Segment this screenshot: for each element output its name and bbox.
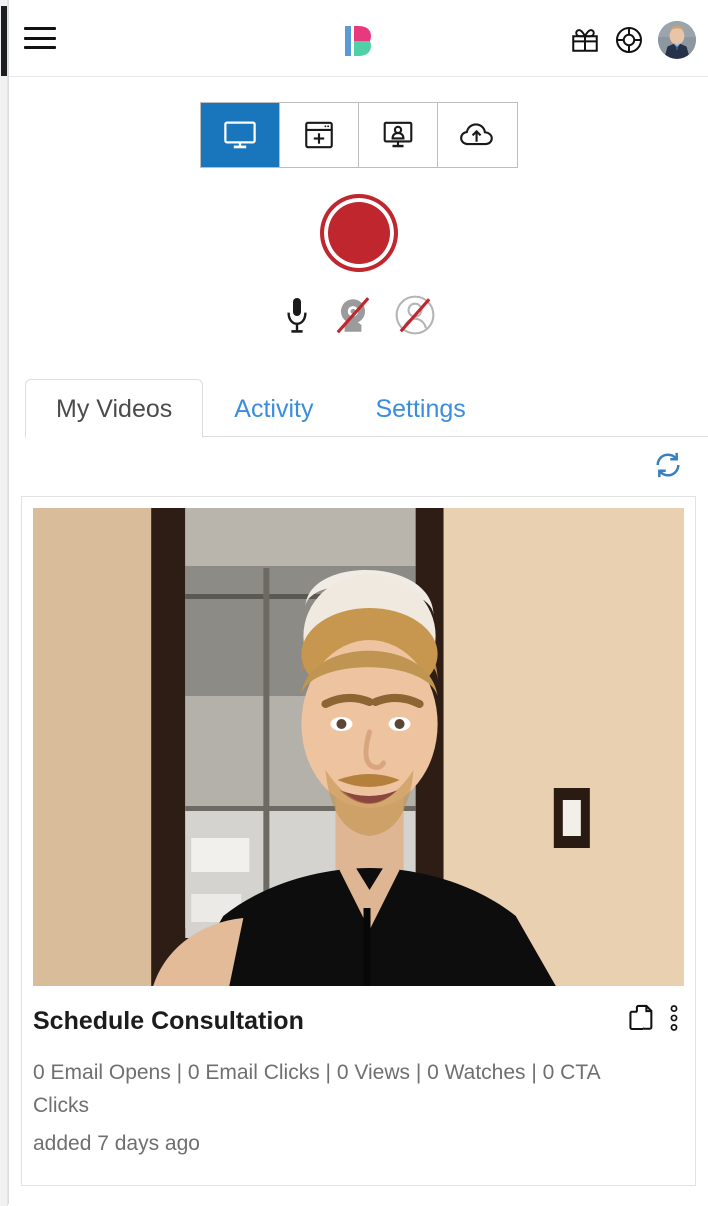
page-body: My Videos Activity Settings Schedule Con… — [8, 0, 708, 1206]
user-avatar[interactable] — [658, 21, 696, 59]
video-card-header: Schedule Consultation — [33, 1003, 684, 1038]
app-header — [9, 0, 708, 77]
mode-button-screen[interactable] — [200, 103, 280, 167]
recorder-toggles — [9, 294, 708, 341]
video-stats: 0 Email Opens | 0 Email Clicks | 0 Views… — [33, 1061, 600, 1117]
tab-my-videos[interactable]: My Videos — [25, 378, 204, 438]
tab-settings[interactable]: Settings — [344, 379, 496, 438]
recorder-panel — [9, 77, 708, 353]
page-scrollbar[interactable] — [0, 0, 8, 1206]
tab-label: Activity — [234, 394, 314, 423]
refresh-row — [21, 437, 696, 496]
video-card: Schedule Consultation 0 Email Opens | 0 … — [21, 496, 696, 1186]
video-title: Schedule Consultation — [33, 1006, 304, 1035]
video-card-actions — [628, 1003, 680, 1038]
mode-button-screen-camera[interactable] — [358, 103, 438, 167]
video-thumbnail[interactable] — [33, 508, 684, 986]
help-lifebuoy-icon[interactable] — [614, 25, 644, 55]
copy-icon[interactable] — [628, 1004, 654, 1037]
webcam-icon-disabled[interactable] — [332, 294, 374, 341]
videos-panel: Schedule Consultation 0 Email Opens | 0 … — [9, 437, 708, 1186]
gift-icon[interactable] — [570, 25, 600, 55]
mode-button-upload[interactable] — [437, 103, 517, 167]
tab-label: My Videos — [56, 394, 173, 423]
microphone-icon[interactable] — [282, 294, 312, 341]
record-button[interactable] — [319, 194, 398, 272]
video-added-date: added 7 days ago — [33, 1132, 200, 1156]
hamburger-bar — [24, 27, 56, 30]
record-button-wrap — [9, 194, 708, 272]
tab-bar: My Videos Activity Settings — [9, 361, 708, 438]
hamburger-bar — [24, 46, 56, 49]
more-options-icon[interactable] — [668, 1003, 680, 1038]
app-root: My Videos Activity Settings Schedule Con… — [0, 0, 708, 1206]
capture-mode-group — [9, 102, 708, 168]
mode-button-browser-tab[interactable] — [279, 103, 359, 167]
hamburger-bar — [24, 36, 56, 40]
header-actions — [570, 21, 696, 59]
dubb-logo-icon[interactable] — [339, 22, 379, 60]
person-circle-icon-disabled[interactable] — [394, 294, 436, 341]
tab-label: Settings — [375, 394, 466, 423]
refresh-icon[interactable] — [652, 449, 684, 486]
hamburger-menu-icon[interactable] — [24, 26, 56, 50]
tab-activity[interactable]: Activity — [203, 379, 344, 438]
scrollbar-thumb[interactable] — [1, 6, 7, 76]
